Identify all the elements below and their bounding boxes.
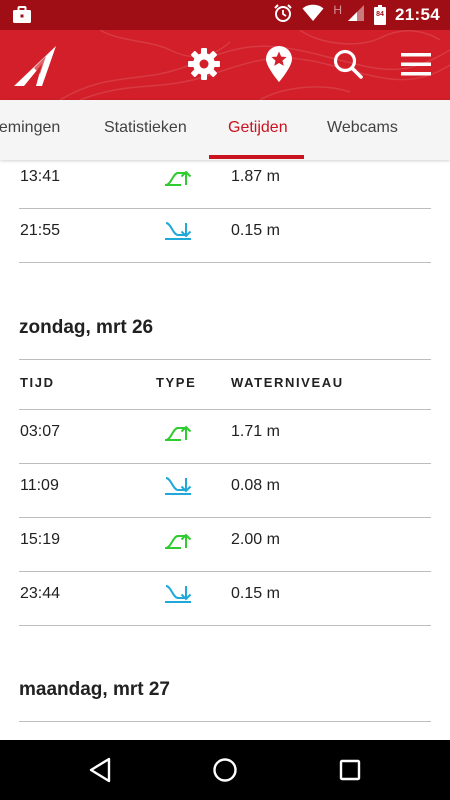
- tab-metingen[interactable]: nemingen: [0, 100, 60, 160]
- network-type-label: H: [333, 3, 343, 17]
- table-divider: [19, 721, 431, 722]
- falling-tide-icon: [164, 220, 192, 242]
- tide-time: 15:19: [20, 531, 61, 548]
- table-row: 21:55 0.15 m: [19, 209, 431, 263]
- navigation-bar: [0, 740, 450, 800]
- tide-time: 11:09: [20, 477, 59, 494]
- tide-time: 03:07: [20, 423, 61, 440]
- battery-icon: 84: [374, 5, 387, 25]
- day-title: maandag, mrt 27: [19, 679, 170, 700]
- tide-level: 2.00 m: [231, 531, 280, 548]
- table-row: 23:44 0.15 m: [19, 572, 431, 626]
- tide-level: 0.15 m: [231, 222, 280, 239]
- recents-icon[interactable]: [335, 755, 365, 785]
- briefcase-icon: [12, 6, 32, 24]
- column-header-level: WATERNIVEAU: [231, 375, 344, 390]
- rising-tide-icon: [164, 529, 192, 551]
- tide-time: 13:41: [20, 168, 61, 185]
- status-bar: H 84 21:54: [0, 0, 450, 30]
- favorite-location-icon[interactable]: [261, 46, 297, 82]
- tab-bar: nemingen Statistieken Getijden Webcams: [0, 100, 450, 160]
- rising-tide-icon: [164, 166, 192, 188]
- status-time: 21:54: [395, 5, 440, 24]
- day-title: zondag, mrt 26: [19, 317, 154, 338]
- tide-time: 21:55: [20, 222, 61, 239]
- app-bar: [0, 30, 450, 100]
- tab-statistieken[interactable]: Statistieken: [104, 100, 187, 160]
- tab-getijden[interactable]: Getijden: [228, 100, 288, 160]
- falling-tide-icon: [164, 583, 192, 605]
- column-header-type: TYPE: [156, 375, 197, 390]
- table-row: 15:19 2.00 m: [19, 518, 431, 572]
- gear-icon[interactable]: [186, 46, 222, 82]
- topographic-background: [59, 30, 450, 100]
- tide-level: 1.71 m: [231, 423, 280, 440]
- tides-list[interactable]: 13:41 1.87 m 21:55 0.15 m zondag, mrt 26…: [0, 160, 450, 740]
- tide-level: 1.87 m: [231, 168, 280, 185]
- column-header-time: TIJD: [20, 375, 55, 390]
- menu-icon[interactable]: [398, 46, 434, 82]
- active-tab-indicator: [209, 155, 304, 159]
- search-icon[interactable]: [330, 46, 366, 82]
- home-icon[interactable]: [210, 755, 240, 785]
- back-icon[interactable]: [85, 755, 115, 785]
- wifi-icon: [302, 4, 324, 27]
- rising-tide-icon: [164, 421, 192, 443]
- tab-webcams[interactable]: Webcams: [327, 100, 398, 160]
- table-row: 11:09 0.08 m: [19, 464, 431, 518]
- tide-level: 0.08 m: [231, 477, 280, 494]
- signal-icon: [347, 4, 365, 27]
- battery-level: 84: [376, 11, 384, 18]
- table-header: TIJD TYPE WATERNIVEAU: [19, 359, 431, 410]
- falling-tide-icon: [164, 475, 192, 497]
- table-row: 13:41 1.87 m: [19, 160, 431, 209]
- logo-icon[interactable]: [12, 42, 60, 90]
- alarm-icon: [273, 3, 293, 28]
- tide-level: 0.15 m: [231, 585, 280, 602]
- table-row: 03:07 1.71 m: [19, 410, 431, 464]
- tide-time: 23:44: [20, 585, 61, 602]
